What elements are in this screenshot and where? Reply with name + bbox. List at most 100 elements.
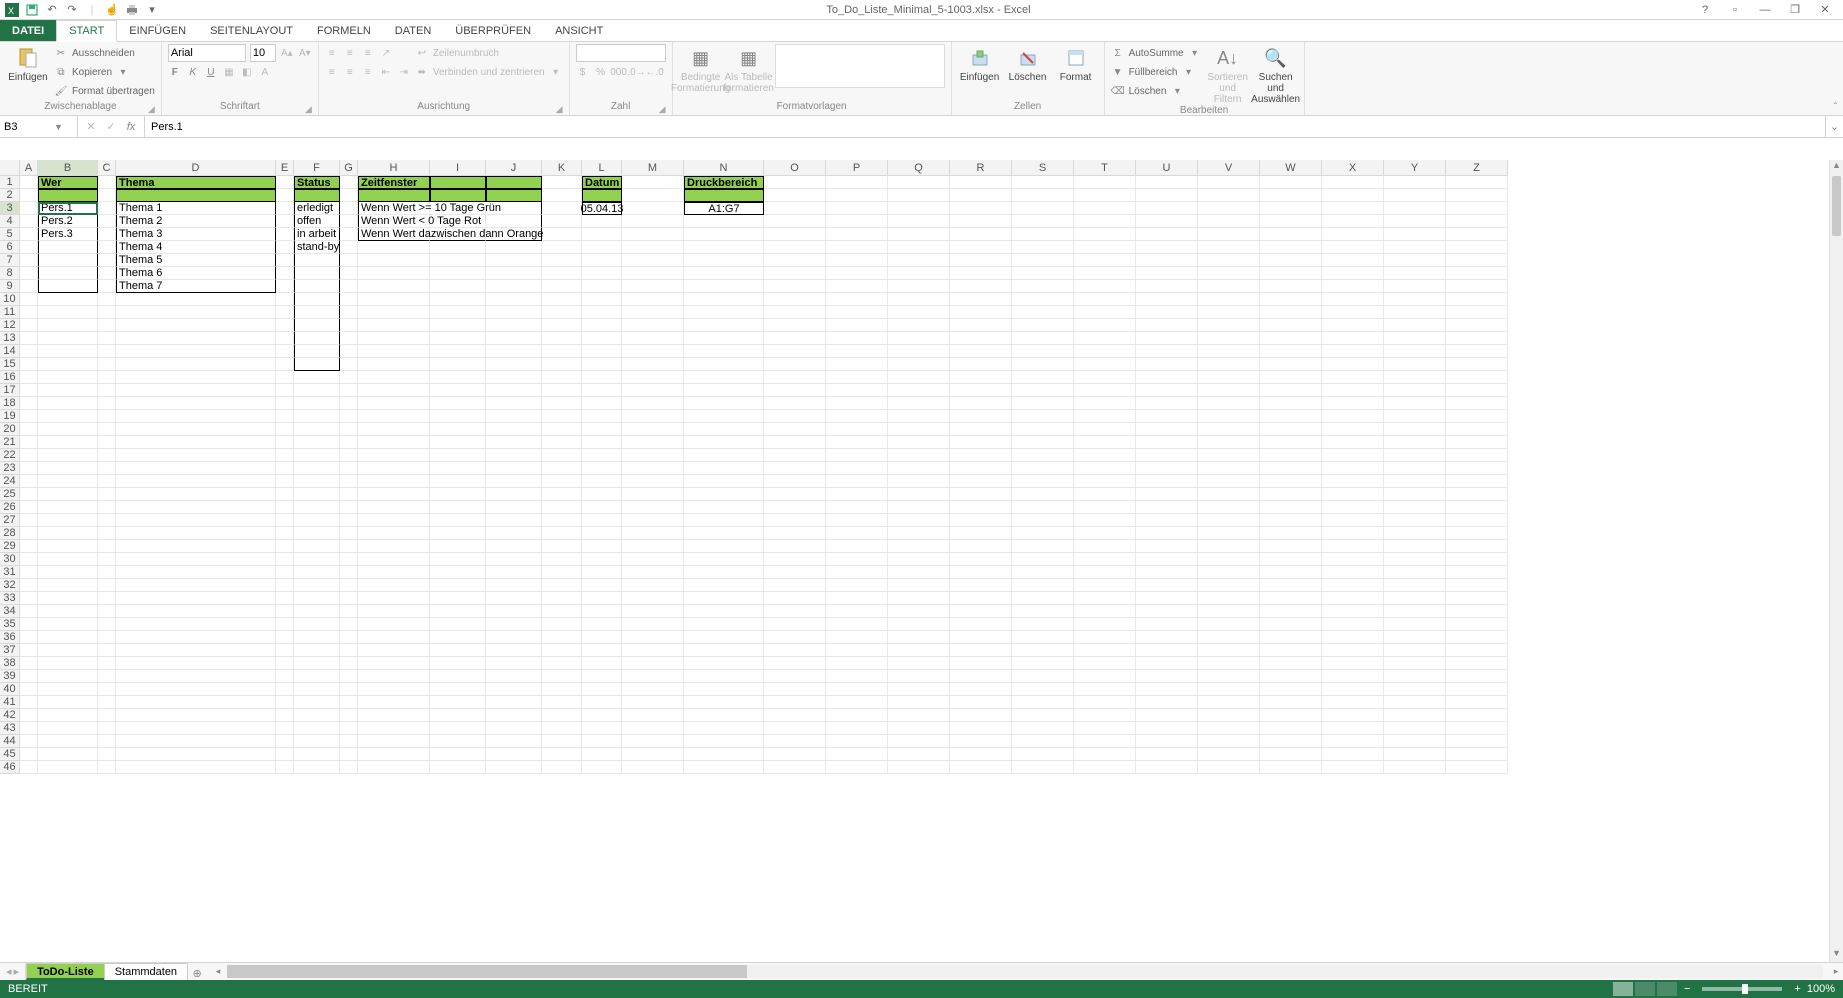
cell[interactable] bbox=[430, 722, 486, 735]
row-header[interactable]: 35 bbox=[0, 618, 20, 631]
cell[interactable] bbox=[1384, 202, 1446, 215]
cell[interactable] bbox=[38, 761, 98, 774]
cell[interactable] bbox=[38, 254, 98, 267]
cell[interactable] bbox=[1260, 696, 1322, 709]
cell[interactable] bbox=[1384, 605, 1446, 618]
cell[interactable] bbox=[430, 488, 486, 501]
cell[interactable] bbox=[684, 449, 764, 462]
cell[interactable] bbox=[340, 488, 358, 501]
cell[interactable] bbox=[888, 488, 950, 501]
cell[interactable]: Thema 7 bbox=[116, 280, 276, 293]
row-header[interactable]: 21 bbox=[0, 436, 20, 449]
cell[interactable] bbox=[1446, 176, 1508, 189]
cell[interactable] bbox=[486, 670, 542, 683]
cell[interactable] bbox=[430, 618, 486, 631]
cell[interactable] bbox=[888, 618, 950, 631]
cell[interactable] bbox=[1136, 644, 1198, 657]
touch-mode-icon[interactable]: ☝ bbox=[104, 2, 120, 18]
cell[interactable] bbox=[1198, 709, 1260, 722]
row-header[interactable]: 25 bbox=[0, 488, 20, 501]
cell[interactable] bbox=[358, 306, 430, 319]
cell[interactable] bbox=[358, 319, 430, 332]
cell[interactable] bbox=[116, 540, 276, 553]
cell[interactable] bbox=[826, 501, 888, 514]
cell[interactable] bbox=[1012, 618, 1074, 631]
cell[interactable] bbox=[430, 605, 486, 618]
autosum-button[interactable]: ΣAutoSumme▾ bbox=[1111, 44, 1202, 62]
cell[interactable] bbox=[1198, 683, 1260, 696]
cell[interactable] bbox=[1012, 748, 1074, 761]
cell[interactable] bbox=[1322, 306, 1384, 319]
row-header[interactable]: 4 bbox=[0, 215, 20, 228]
cell[interactable] bbox=[294, 761, 340, 774]
cell[interactable] bbox=[888, 319, 950, 332]
cell[interactable] bbox=[38, 293, 98, 306]
cell[interactable]: Thema 5 bbox=[116, 254, 276, 267]
cell[interactable] bbox=[38, 748, 98, 761]
cell[interactable] bbox=[486, 293, 542, 306]
column-header[interactable]: K bbox=[542, 160, 582, 176]
cell[interactable] bbox=[430, 410, 486, 423]
cell[interactable] bbox=[1198, 605, 1260, 618]
cell[interactable] bbox=[1322, 319, 1384, 332]
cell[interactable] bbox=[276, 293, 294, 306]
cell[interactable] bbox=[98, 345, 116, 358]
cell[interactable] bbox=[1012, 566, 1074, 579]
cell[interactable] bbox=[1012, 449, 1074, 462]
cell[interactable] bbox=[1012, 605, 1074, 618]
cell[interactable] bbox=[430, 644, 486, 657]
cell[interactable] bbox=[622, 384, 684, 397]
cell[interactable] bbox=[1260, 215, 1322, 228]
column-header[interactable]: X bbox=[1322, 160, 1384, 176]
cell[interactable] bbox=[1322, 410, 1384, 423]
cell[interactable] bbox=[38, 670, 98, 683]
cell[interactable] bbox=[888, 514, 950, 527]
cell[interactable] bbox=[888, 345, 950, 358]
cell[interactable] bbox=[276, 657, 294, 670]
cell[interactable]: offen bbox=[294, 215, 340, 228]
cell[interactable] bbox=[1260, 761, 1322, 774]
cell[interactable] bbox=[1322, 501, 1384, 514]
cell[interactable] bbox=[1384, 696, 1446, 709]
cell[interactable] bbox=[1446, 644, 1508, 657]
cell[interactable] bbox=[764, 215, 826, 228]
cell[interactable] bbox=[1074, 306, 1136, 319]
cell[interactable] bbox=[1198, 514, 1260, 527]
cell[interactable] bbox=[1260, 306, 1322, 319]
cell[interactable] bbox=[1074, 397, 1136, 410]
cell[interactable] bbox=[1198, 423, 1260, 436]
cell[interactable] bbox=[1384, 501, 1446, 514]
cell[interactable] bbox=[1446, 683, 1508, 696]
column-header[interactable]: G bbox=[340, 160, 358, 176]
cell[interactable] bbox=[98, 202, 116, 215]
shrink-font-icon[interactable]: A▾ bbox=[298, 46, 312, 60]
cell[interactable] bbox=[1198, 215, 1260, 228]
cell[interactable] bbox=[542, 384, 582, 397]
cell[interactable] bbox=[340, 319, 358, 332]
cell[interactable] bbox=[98, 761, 116, 774]
cell[interactable] bbox=[98, 215, 116, 228]
cell[interactable] bbox=[826, 748, 888, 761]
cell[interactable] bbox=[950, 384, 1012, 397]
cell[interactable] bbox=[430, 371, 486, 384]
border-button[interactable]: ▦ bbox=[222, 65, 236, 79]
cell[interactable] bbox=[888, 254, 950, 267]
cell[interactable] bbox=[950, 501, 1012, 514]
cell[interactable] bbox=[1260, 280, 1322, 293]
cell[interactable] bbox=[1136, 371, 1198, 384]
cell[interactable] bbox=[340, 540, 358, 553]
cell[interactable] bbox=[1198, 631, 1260, 644]
number-format-select[interactable] bbox=[576, 44, 666, 62]
cell[interactable] bbox=[826, 397, 888, 410]
cell[interactable] bbox=[1136, 254, 1198, 267]
cell[interactable] bbox=[622, 436, 684, 449]
cell[interactable] bbox=[1322, 345, 1384, 358]
cell[interactable]: Thema 6 bbox=[116, 267, 276, 280]
cell[interactable] bbox=[1384, 618, 1446, 631]
cell[interactable] bbox=[486, 462, 542, 475]
cell[interactable] bbox=[294, 501, 340, 514]
cell[interactable] bbox=[430, 592, 486, 605]
cell[interactable] bbox=[1012, 540, 1074, 553]
cell[interactable] bbox=[1384, 267, 1446, 280]
cell[interactable] bbox=[622, 228, 684, 241]
